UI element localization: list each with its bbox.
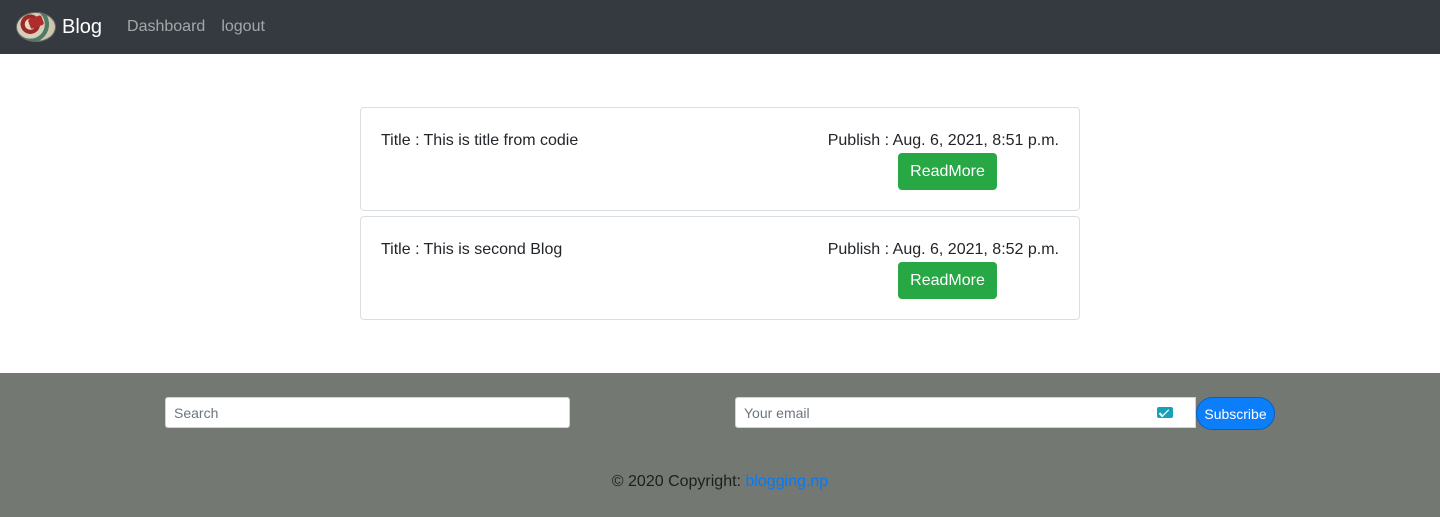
post-publish: Publish : Aug. 6, 2021, 8:51 p.m.	[828, 132, 1059, 150]
post-title-text: This is title from codie	[423, 132, 579, 149]
post-title-label: Title :	[381, 132, 420, 149]
post-publish-label: Publish :	[827, 132, 890, 149]
readmore-button[interactable]: ReadMore	[898, 153, 997, 190]
email-input[interactable]	[736, 398, 1151, 427]
blog-logo-icon	[16, 12, 56, 42]
footer: Subscribe © 2020 Copyright: blogging.np	[0, 373, 1440, 517]
post-publish-date: Aug. 6, 2021, 8:51 p.m.	[892, 132, 1059, 149]
copyright-link[interactable]: blogging.np	[745, 473, 828, 490]
brand-link[interactable]: Blog	[16, 12, 102, 42]
post-title: Title : This is second Blog	[381, 241, 562, 259]
copyright: © 2020 Copyright: blogging.np	[0, 473, 1440, 491]
readmore-button[interactable]: ReadMore	[898, 262, 997, 299]
post-publish-label: Publish :	[827, 241, 890, 258]
brand-title: Blog	[62, 15, 103, 38]
post-publish-date: Aug. 6, 2021, 8:52 p.m.	[892, 241, 1059, 258]
post-card: Title : This is second Blog Publish : Aug…	[360, 216, 1080, 320]
search-input[interactable]	[165, 397, 570, 428]
post-title: Title : This is title from codie	[381, 132, 578, 150]
mail-icon	[1157, 407, 1173, 418]
nav-logout-link[interactable]: logout	[221, 18, 265, 36]
nav-dashboard-link[interactable]: Dashboard	[127, 18, 205, 36]
email-field-wrapper	[735, 397, 1196, 428]
post-title-label: Title :	[381, 241, 420, 258]
copyright-text: © 2020 Copyright:	[611, 473, 741, 490]
subscribe-button[interactable]: Subscribe	[1196, 397, 1275, 430]
post-publish: Publish : Aug. 6, 2021, 8:52 p.m.	[828, 241, 1059, 259]
post-title-text: This is second Blog	[423, 241, 563, 258]
post-card: Title : This is title from codie Publish …	[360, 107, 1080, 211]
navbar: Blog Dashboard logout	[0, 0, 1440, 54]
